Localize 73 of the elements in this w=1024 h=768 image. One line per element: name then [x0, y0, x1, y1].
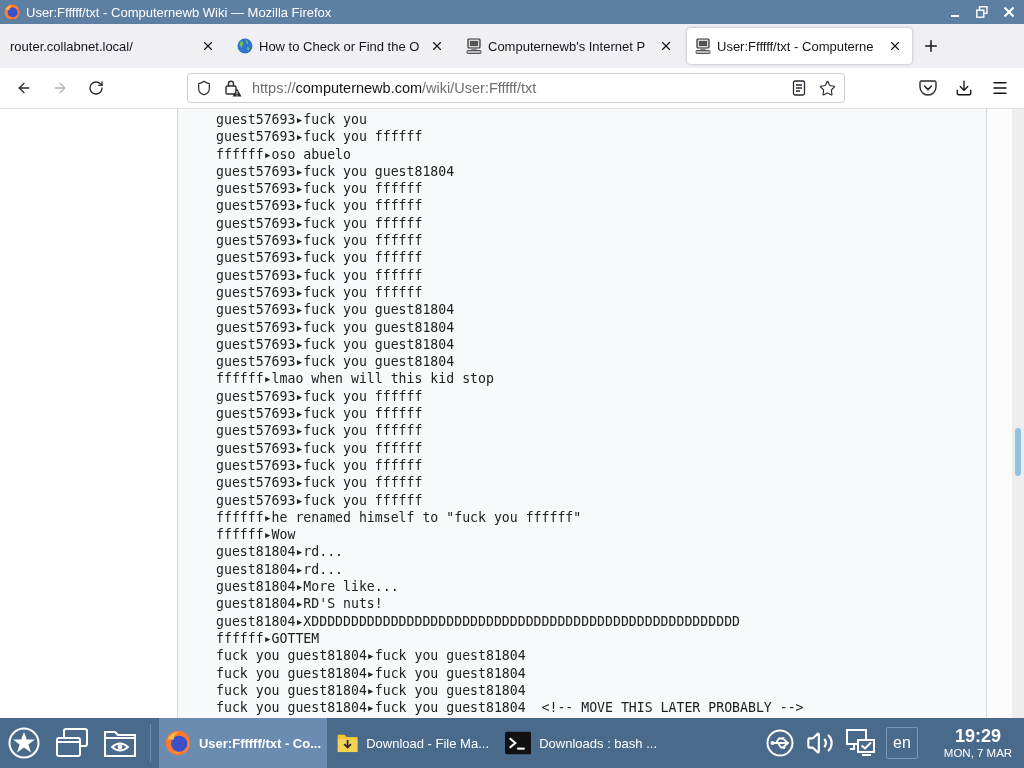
star-circle-icon[interactable] — [8, 727, 40, 759]
chat-log-line: ffffff▸Wow — [216, 526, 296, 544]
windows-icon[interactable] — [56, 728, 88, 758]
chat-log-line: fuck you guest81804▸fuck you guest81804 — [216, 681, 526, 700]
chat-log-line: fuck you guest81804▸fuck you guest81804 — [216, 647, 526, 665]
browser-tab[interactable]: Computernewb's Internet P — [458, 28, 683, 64]
browser-tab[interactable]: router.collabnet.local/ — [0, 28, 225, 64]
restore-icon[interactable] — [976, 6, 988, 18]
star-icon[interactable] — [819, 79, 836, 97]
badge-chevron-icon[interactable] — [919, 80, 937, 96]
clock[interactable]: 19:29 MON, 7 MAR — [936, 726, 1020, 760]
close-icon[interactable] — [430, 39, 444, 53]
menu-icon[interactable] — [991, 79, 1009, 97]
chat-log-line: guest57693▸fuck you guest81804 — [216, 162, 455, 181]
chat-log-line: guest57693▸fuck you guest81804 — [216, 301, 455, 319]
taskbar-task[interactable]: User:Ffffff/txt - Co... — [159, 718, 327, 768]
folder-eye-icon[interactable] — [104, 729, 136, 757]
chat-log-line: guest57693▸fuck you ffffff — [216, 128, 423, 146]
lock-warning-icon[interactable] — [224, 79, 242, 97]
chat-log-line: guest57693▸fuck you guest81804 — [216, 353, 455, 371]
window-title: User:Ffffff/txt - Computernewb Wiki — Mozilla Firefox — [26, 4, 332, 20]
network-monitor-icon[interactable] — [846, 728, 876, 758]
chat-log-line: fuck you guest81804▸fuck you guest81804 — [216, 664, 526, 682]
chat-log-line: guest57693▸fuck you ffffff — [216, 439, 423, 457]
shield-icon[interactable] — [196, 80, 212, 96]
close-icon[interactable] — [201, 39, 215, 53]
browser-tab[interactable]: How to Check or Find the O — [229, 28, 454, 64]
chat-log-line: guest57693▸fuck you — [216, 111, 367, 129]
chat-log-line: ffffff▸he renamed himself to "fuck you ffffff" — [216, 508, 582, 527]
close-icon[interactable] — [888, 39, 902, 53]
chat-log-line: guest57693▸fuck you ffffff — [216, 422, 423, 440]
chat-log-line: guest57693▸fuck you ffffff — [216, 474, 423, 492]
chat-log-line: fuck you guest81804▸fuck you guest81804 <!-- MOVE THIS LATER PROBABLY --> — [216, 699, 804, 717]
scrollbar-track[interactable] — [1012, 109, 1024, 718]
chat-log-line: guest57693▸fuck you ffffff — [216, 180, 423, 198]
terminal-icon — [505, 731, 532, 755]
chat-log-line: guest57693▸fuck you ffffff — [216, 283, 423, 302]
address-field[interactable]: https://computernewb.com/wiki/User:Ffffff/txt — [187, 73, 845, 103]
download-icon[interactable] — [955, 79, 973, 97]
chat-log-line: guest57693▸fuck you guest81804 — [216, 335, 455, 354]
chat-log-line: guest57693▸fuck you ffffff — [216, 214, 423, 233]
document-icon[interactable] — [791, 80, 807, 96]
chat-log-line: guest57693▸fuck you ffffff — [216, 197, 423, 215]
chat-log-line: guest81804▸rd... — [216, 560, 344, 578]
app-logo-icon — [165, 728, 191, 758]
chat-log-line: guest57693▸fuck you ffffff — [216, 249, 423, 267]
reload-icon[interactable] — [88, 80, 104, 96]
computer-icon — [466, 38, 482, 54]
taskbar-task[interactable]: Downloads : bash ... — [499, 718, 663, 768]
taskbar-task[interactable]: Download - File Ma... — [331, 718, 495, 768]
chat-log-line: ffffff▸oso abuelo — [216, 145, 351, 163]
usb-icon[interactable] — [766, 729, 794, 757]
keyboard-layout-button[interactable]: en — [886, 727, 918, 759]
chat-log-line: guest57693▸fuck you ffffff — [216, 491, 423, 509]
plus-icon[interactable] — [922, 37, 940, 55]
chat-log-line: guest81804▸More like... — [216, 578, 399, 596]
chat-log-line: guest81804▸rd... — [216, 543, 344, 561]
app-logo-icon — [4, 4, 20, 20]
chat-log-line: ffffff▸lmao when will this kid stop — [216, 370, 494, 388]
close-icon[interactable] — [659, 39, 673, 53]
chat-log-line: guest81804▸RD'S nuts! — [216, 595, 383, 613]
scrollbar-thumb[interactable] — [1015, 428, 1021, 476]
chat-log-line: guest57693▸fuck you guest81804 — [216, 318, 455, 336]
computer-icon — [695, 38, 711, 54]
chat-log-line: guest57693▸fuck you ffffff — [216, 266, 423, 284]
chat-log-line: guest57693▸fuck you ffffff — [216, 405, 423, 423]
chat-log-line: guest57693▸fuck you ffffff — [216, 232, 423, 250]
chat-log-line: ffffff▸GOTTEM — [216, 629, 320, 648]
chat-log-line: guest81804▸XDDDDDDDDDDDDDDDDDDDDDDDDDDDDDDDDDDDDDDDDDDDDDDDDDDDDDD — [216, 612, 740, 630]
globe-icon — [237, 38, 253, 54]
chat-log-line: guest57693▸fuck you ffffff — [216, 456, 423, 475]
chat-log-line: guest57693▸fuck you ffffff — [216, 387, 423, 406]
browser-tab[interactable]: User:Ffffff/txt - Computerne — [687, 28, 912, 64]
